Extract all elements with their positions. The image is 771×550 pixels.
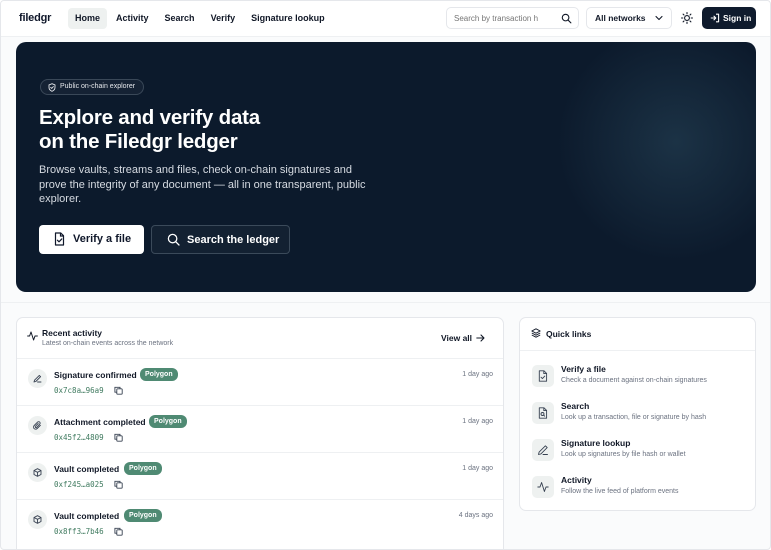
activity-row[interactable]: Vault completed Polygon 0x8ff3…7b46 4 da… bbox=[17, 500, 503, 547]
search-box bbox=[446, 7, 579, 29]
quick-link-title: Activity bbox=[561, 475, 592, 485]
quick-link-search[interactable]: Search Look up a transaction, file or si… bbox=[520, 398, 755, 432]
hero-banner: Public on-chain explorer Explore and ver… bbox=[16, 42, 756, 292]
quick-link-description: Look up a transaction, file or signature… bbox=[561, 414, 707, 421]
activity-time: 1 day ago bbox=[462, 418, 493, 425]
recent-activity-subtitle: Latest on-chain events across the networ… bbox=[42, 340, 174, 347]
quick-links-header: Quick links bbox=[520, 318, 755, 351]
activity-time: 4 days ago bbox=[458, 512, 493, 519]
view-all-label: View all bbox=[441, 333, 473, 343]
top-navbar: filedgr Home Activity Search Verify Sign… bbox=[1, 1, 770, 37]
search-icon bbox=[167, 233, 180, 246]
pen-icon bbox=[33, 374, 42, 383]
pen-icon bbox=[538, 445, 548, 455]
sign-in-icon bbox=[710, 13, 720, 23]
paperclip-icon bbox=[33, 421, 41, 430]
quick-links-panel: Quick links Verify a file Check a docume… bbox=[519, 317, 756, 511]
quick-link-verify-file[interactable]: Verify a file Check a document against o… bbox=[520, 361, 755, 395]
activity-row[interactable]: Signature confirmed Polygon 0x7c8a…96a9 … bbox=[17, 359, 503, 406]
quick-link-signature-lookup[interactable]: Signature lookup Look up signatures by f… bbox=[520, 435, 755, 469]
activity-row-icon bbox=[28, 369, 47, 388]
copy-icon[interactable] bbox=[114, 386, 123, 395]
hero-description: Browse vaults, streams and files, check … bbox=[39, 164, 366, 205]
nav-search[interactable]: Search bbox=[158, 8, 202, 29]
quick-link-description: Look up signatures by file hash or walle… bbox=[561, 451, 686, 458]
hero-title-line-2: on the Filedgr ledger bbox=[39, 130, 238, 153]
explorer-badge-label: Public on-chain explorer bbox=[60, 83, 136, 90]
nav-verify[interactable]: Verify bbox=[204, 8, 243, 29]
shield-icon bbox=[48, 83, 56, 92]
tx-hash[interactable]: 0x7c8a…96a9 bbox=[54, 386, 104, 395]
network-badge: Polygon bbox=[124, 509, 162, 522]
cube-icon bbox=[33, 515, 42, 524]
quick-link-description: Check a document against on-chain signat… bbox=[561, 377, 707, 384]
layers-icon bbox=[531, 328, 541, 338]
verify-file-label: Verify a file bbox=[73, 233, 132, 245]
tx-hash[interactable]: 0xf245…a025 bbox=[54, 480, 104, 489]
network-badge: Polygon bbox=[149, 415, 187, 428]
quick-link-title: Signature lookup bbox=[561, 438, 631, 448]
recent-activity-title: Recent activity bbox=[42, 328, 102, 338]
section-divider bbox=[1, 302, 770, 303]
search-input[interactable] bbox=[454, 12, 554, 25]
activity-row-icon bbox=[28, 463, 47, 482]
activity-time: 1 day ago bbox=[462, 465, 493, 472]
arrow-right-icon bbox=[476, 334, 485, 342]
recent-activity-panel: Recent activity Latest on-chain events a… bbox=[16, 317, 504, 549]
tx-hash[interactable]: 0x8ff3…7b46 bbox=[54, 527, 104, 536]
copy-icon[interactable] bbox=[114, 433, 123, 442]
file-check-icon bbox=[538, 370, 548, 382]
quick-link-description: Follow the live feed of platform events bbox=[561, 488, 679, 495]
activity-row[interactable]: Vault completed Polygon 0xf245…a025 1 da… bbox=[17, 453, 503, 500]
nav-signature-lookup[interactable]: Signature lookup bbox=[244, 8, 332, 29]
quick-link-activity[interactable]: Activity Follow the live feed of platfor… bbox=[520, 472, 755, 506]
nav-home[interactable]: Home bbox=[68, 8, 108, 29]
sun-icon[interactable] bbox=[679, 10, 695, 26]
quick-links-title: Quick links bbox=[546, 329, 592, 339]
copy-icon[interactable] bbox=[114, 527, 123, 536]
network-badge: Polygon bbox=[124, 462, 162, 475]
hero-title: Explore and verify data on the Filedgr l… bbox=[39, 106, 379, 154]
activity-row-icon bbox=[28, 416, 47, 435]
verify-file-button[interactable]: Verify a file bbox=[39, 225, 144, 254]
quick-link-icon-box bbox=[532, 365, 554, 387]
activity-icon bbox=[27, 331, 38, 341]
network-select-value: All networks bbox=[595, 13, 646, 23]
file-search-icon bbox=[538, 407, 548, 419]
copy-icon[interactable] bbox=[114, 480, 123, 489]
activity-time: 1 day ago bbox=[462, 371, 493, 378]
activity-title: Signature confirmed bbox=[54, 370, 137, 380]
file-check-icon bbox=[54, 232, 65, 246]
explorer-badge: Public on-chain explorer bbox=[40, 79, 145, 95]
network-select[interactable]: All networks bbox=[586, 7, 672, 29]
sign-in-label: Sign in bbox=[723, 13, 752, 23]
quick-link-icon-box bbox=[532, 439, 554, 461]
view-all-link[interactable]: View all bbox=[441, 333, 485, 343]
activity-row-icon bbox=[28, 510, 47, 529]
activity-title: Attachment completed bbox=[54, 417, 146, 427]
nav-activity[interactable]: Activity bbox=[109, 8, 156, 29]
sign-in-button[interactable]: Sign in bbox=[702, 7, 756, 29]
app-window: filedgr Home Activity Search Verify Sign… bbox=[0, 0, 771, 550]
chevron-down-icon bbox=[655, 15, 663, 21]
recent-activity-header: Recent activity Latest on-chain events a… bbox=[17, 318, 503, 359]
brand-logo[interactable]: filedgr bbox=[19, 12, 51, 24]
hero-title-line-1: Explore and verify data bbox=[39, 106, 260, 129]
quick-link-icon-box bbox=[532, 402, 554, 424]
cube-icon bbox=[33, 468, 42, 477]
activity-title: Vault completed bbox=[54, 511, 120, 521]
quick-link-icon-box bbox=[532, 476, 554, 498]
quick-link-title: Verify a file bbox=[561, 364, 606, 374]
tx-hash[interactable]: 0x45f2…4809 bbox=[54, 433, 104, 442]
activity-title: Vault completed bbox=[54, 464, 120, 474]
activity-icon bbox=[537, 482, 549, 492]
main-nav: Home Activity Search Verify Signature lo… bbox=[68, 8, 332, 29]
activity-row[interactable]: Attachment completed Polygon 0x45f2…4809… bbox=[17, 406, 503, 453]
search-ledger-label: Search the ledger bbox=[187, 234, 280, 246]
hero-glow bbox=[556, 42, 756, 262]
search-icon[interactable] bbox=[561, 13, 572, 24]
network-badge: Polygon bbox=[140, 368, 178, 381]
quick-link-title: Search bbox=[561, 401, 590, 411]
search-ledger-button[interactable]: Search the ledger bbox=[151, 225, 290, 254]
